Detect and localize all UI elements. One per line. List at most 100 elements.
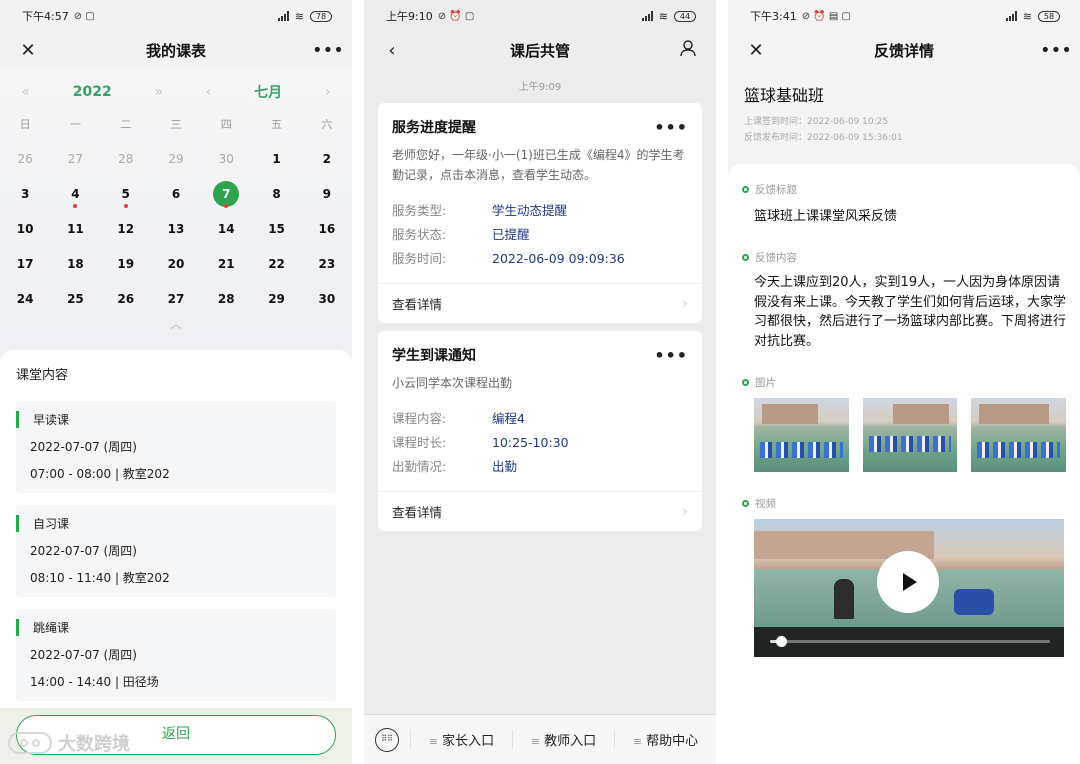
more-icon[interactable]: ••• bbox=[312, 40, 344, 61]
wifi-icon: ≋ bbox=[294, 9, 304, 23]
calendar-day[interactable]: 24 bbox=[0, 282, 50, 317]
section-title-label: 反馈标题 bbox=[742, 182, 1066, 197]
nav-bar: ‹ 课后共管 bbox=[364, 32, 716, 68]
message-list: 服务进度提醒 ••• 老师您好，一年级·小一(1)班已生成《编程4》的学生考勤记录，… bbox=[364, 103, 716, 531]
video-player[interactable] bbox=[754, 519, 1064, 657]
calendar-day[interactable]: 1 bbox=[251, 142, 301, 177]
calendar-day[interactable]: 13 bbox=[151, 212, 201, 247]
section-video-text: 视频 bbox=[755, 498, 776, 510]
event-dot-icon bbox=[224, 204, 229, 208]
view-details-link[interactable]: 查看详情 › bbox=[378, 491, 702, 531]
calendar-day[interactable]: 30 bbox=[302, 282, 352, 317]
more-icon[interactable]: ••• bbox=[654, 346, 688, 365]
class-card[interactable]: 自习课 2022-07-07 (周四) 08:10 - 11:40 | 教室202 bbox=[16, 505, 336, 597]
calendar-day[interactable]: 20 bbox=[151, 247, 201, 282]
calendar-day[interactable]: 30 bbox=[201, 142, 251, 177]
field-value: 10:25-10:30 bbox=[492, 435, 569, 450]
menu-help-center[interactable]: ≡ 帮助中心 bbox=[614, 730, 716, 749]
prev-year-icon[interactable]: « bbox=[21, 84, 30, 100]
calendar-day-number: 21 bbox=[217, 257, 235, 271]
view-details-link[interactable]: 查看详情 › bbox=[378, 283, 702, 323]
calendar-day-number: 20 bbox=[167, 257, 185, 271]
section-images-label: 图片 bbox=[742, 375, 1066, 390]
calendar-day[interactable]: 21 bbox=[201, 247, 251, 282]
calendar-day[interactable]: 6 bbox=[151, 177, 201, 212]
menu-teacher-entry[interactable]: ≡ 教师入口 bbox=[512, 730, 614, 749]
prev-month-icon[interactable]: ‹ bbox=[206, 84, 212, 100]
more-icon[interactable]: ••• bbox=[654, 118, 688, 137]
feedback-title: 篮球班上课课堂风采反馈 bbox=[754, 209, 898, 224]
calendar-day[interactable]: 9 bbox=[302, 177, 352, 212]
calendar-day[interactable]: 4 bbox=[50, 177, 100, 212]
status-bar: 上午9:10 ⊘ ⏰ ▢ ≋ 44 bbox=[364, 0, 716, 32]
more-icon[interactable]: ••• bbox=[1040, 40, 1072, 61]
view-details-label: 查看详情 bbox=[392, 297, 443, 312]
message-card[interactable]: 学生到课通知 ••• 小云同学本次课程出勤 课程内容: 编程4 课程时长: 10:25-10… bbox=[378, 331, 702, 531]
calendar-day-number: 2 bbox=[322, 152, 332, 166]
calendar-header: « 2022 » ‹ 七月 › bbox=[0, 76, 352, 108]
calendar-day[interactable]: 29 bbox=[251, 282, 301, 317]
class-card[interactable]: 跳绳课 2022-07-07 (周四) 14:00 - 14:40 | 田径场 bbox=[16, 609, 336, 701]
video-progress-track[interactable] bbox=[770, 640, 1050, 643]
calendar-day[interactable]: 11 bbox=[50, 212, 100, 247]
calendar: « 2022 » ‹ 七月 › 日一二三四五六 26 27 28 29 30 1 2 3 4 5 6 7… bbox=[0, 68, 352, 350]
calendar-day[interactable]: 25 bbox=[50, 282, 100, 317]
calendar-day-number: 27 bbox=[167, 292, 185, 306]
calendar-day[interactable]: 16 bbox=[302, 212, 352, 247]
message-card[interactable]: 服务进度提醒 ••• 老师您好，一年级·小一(1)班已生成《编程4》的学生考勤记录，… bbox=[378, 103, 702, 323]
calendar-day-number: 30 bbox=[218, 152, 234, 166]
calendar-day[interactable]: 7 bbox=[201, 177, 251, 212]
calendar-day-number: 6 bbox=[171, 187, 181, 201]
photo-thumbnail[interactable] bbox=[971, 398, 1067, 472]
calendar-day[interactable]: 27 bbox=[151, 282, 201, 317]
calendar-day[interactable]: 22 bbox=[251, 247, 301, 282]
calendar-day[interactable]: 29 bbox=[151, 142, 201, 177]
section-title-text: 反馈标题 bbox=[755, 184, 797, 196]
user-icon[interactable] bbox=[676, 39, 700, 62]
calendar-day[interactable]: 26 bbox=[0, 142, 50, 177]
calendar-day[interactable]: 15 bbox=[251, 212, 301, 247]
calendar-day[interactable]: 23 bbox=[302, 247, 352, 282]
class-name: 早读课 bbox=[16, 411, 322, 428]
calendar-day[interactable]: 26 bbox=[101, 282, 151, 317]
message-head: 学生到课通知 ••• bbox=[392, 345, 688, 365]
signin-time: 上课签到时间：2022-06-09 10:25 bbox=[744, 117, 889, 127]
calendar-day[interactable]: 28 bbox=[201, 282, 251, 317]
calendar-day[interactable]: 17 bbox=[0, 247, 50, 282]
calendar-day[interactable]: 10 bbox=[0, 212, 50, 247]
weekday-label: 六 bbox=[321, 118, 333, 131]
close-icon[interactable]: ✕ bbox=[744, 40, 768, 61]
close-icon[interactable]: ✕ bbox=[16, 40, 40, 61]
calendar-day[interactable]: 12 bbox=[101, 212, 151, 247]
play-icon[interactable] bbox=[877, 551, 939, 613]
section-images-text: 图片 bbox=[755, 377, 776, 389]
event-dot-icon bbox=[123, 204, 128, 208]
calendar-day[interactable]: 18 bbox=[50, 247, 100, 282]
photo-thumbnail[interactable] bbox=[862, 398, 958, 472]
calendar-day[interactable]: 8 bbox=[251, 177, 301, 212]
battery-icon: 44 bbox=[674, 10, 696, 22]
calendar-day[interactable]: 27 bbox=[50, 142, 100, 177]
video-scrubber-handle[interactable] bbox=[776, 636, 788, 647]
photo-thumbnail[interactable] bbox=[754, 398, 849, 472]
menu-parent-entry[interactable]: ≡ 家长入口 bbox=[410, 730, 512, 749]
calendar-day-number: 25 bbox=[67, 292, 84, 306]
next-year-icon[interactable]: » bbox=[154, 84, 163, 100]
section-content-text: 反馈内容 bbox=[755, 252, 797, 264]
calendar-day[interactable]: 2 bbox=[302, 142, 352, 177]
class-card[interactable]: 早读课 2022-07-07 (周四) 07:00 - 08:00 | 教室202 bbox=[16, 401, 336, 493]
calendar-day[interactable]: 3 bbox=[0, 177, 50, 212]
calendar-day[interactable]: 14 bbox=[201, 212, 251, 247]
next-month-icon[interactable]: › bbox=[325, 84, 331, 100]
calendar-day[interactable]: 5 bbox=[101, 177, 151, 212]
calendar-day[interactable]: 19 bbox=[101, 247, 151, 282]
signal-icon bbox=[277, 11, 289, 21]
field-key: 服务类型: bbox=[392, 203, 447, 218]
keyboard-icon[interactable]: ⠿⠿ bbox=[375, 727, 399, 752]
collapse-icon[interactable]: ︿ bbox=[0, 317, 352, 331]
status-time: 上午9:10 bbox=[386, 10, 433, 23]
calendar-day[interactable]: 28 bbox=[101, 142, 151, 177]
class-name: 自习课 bbox=[16, 515, 322, 532]
back-icon[interactable]: ‹ bbox=[380, 40, 404, 61]
page-title: 课后共管 bbox=[509, 41, 570, 60]
